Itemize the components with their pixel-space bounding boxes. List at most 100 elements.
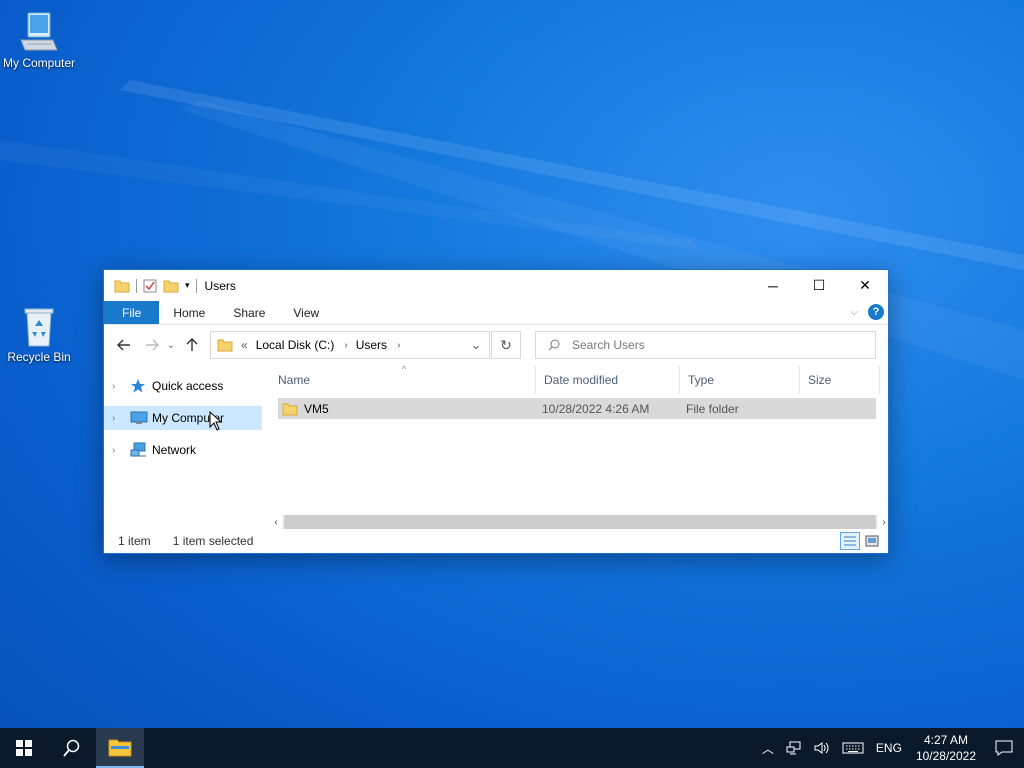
refresh-icon: ↻ <box>500 336 512 353</box>
column-header-date-modified[interactable]: Date modified <box>536 366 680 394</box>
close-button[interactable]: ✕ <box>842 270 888 301</box>
scroll-left-icon[interactable]: ‹ <box>270 517 282 528</box>
navigation-pane: › Quick access › My Computer › Network <box>104 366 262 531</box>
breadcrumb-overflow[interactable]: « <box>241 338 248 352</box>
notification-icon <box>995 740 1013 756</box>
scroll-track[interactable] <box>282 515 878 529</box>
tab-view[interactable]: View <box>279 301 333 324</box>
navigation-bar: ⌄ « Local Disk (C:) › Users › ⌄ ↻ <box>104 325 888 365</box>
ribbon-tabs: File Home Share View ⌵ ? <box>104 301 888 325</box>
action-center-button[interactable] <box>984 728 1024 768</box>
tab-file[interactable]: File <box>104 301 160 324</box>
expand-chevron-icon[interactable]: › <box>112 413 126 424</box>
details-view-icon <box>844 536 856 546</box>
show-hidden-icons-button[interactable]: ︿ <box>756 740 780 757</box>
desktop-icon-recycle-bin[interactable]: Recycle Bin <box>0 304 78 364</box>
file-name: VM5 <box>304 401 329 416</box>
search-input[interactable] <box>572 338 852 352</box>
maximize-button[interactable]: ☐ <box>796 270 842 301</box>
nav-item-network[interactable]: › Network <box>104 438 262 462</box>
file-list: ^ Name Date modified Type Size VM5 10/28… <box>270 364 890 531</box>
up-button[interactable] <box>180 333 204 357</box>
start-icon <box>16 740 32 756</box>
expand-chevron-icon[interactable]: › <box>112 381 126 392</box>
expand-ribbon-icon[interactable]: ⌵ <box>850 307 858 318</box>
breadcrumb-separator[interactable]: › <box>344 340 347 351</box>
desktop-icon-my-computer[interactable]: My Computer <box>0 10 78 70</box>
address-bar[interactable]: « Local Disk (C:) › Users › ⌄ <box>210 331 490 359</box>
keyboard-icon <box>842 742 864 754</box>
touch-keyboard-button[interactable] <box>836 741 870 755</box>
details-view-button[interactable] <box>840 532 860 550</box>
search-icon <box>63 739 80 757</box>
column-header-type[interactable]: Type <box>680 366 800 394</box>
network-status-button[interactable] <box>780 741 808 755</box>
nav-item-my-computer[interactable]: › My Computer <box>104 406 262 430</box>
search-icon <box>548 339 560 351</box>
scroll-right-icon[interactable]: › <box>878 517 890 528</box>
folder-icon <box>217 339 233 352</box>
taskbar-file-explorer[interactable] <box>96 728 144 768</box>
column-header-size[interactable]: Size <box>800 366 880 394</box>
network-icon <box>130 442 146 457</box>
chevron-up-icon: ︿ <box>761 741 774 756</box>
recent-locations-button[interactable]: ⌄ <box>164 333 178 357</box>
view-toggle <box>840 532 882 550</box>
breadcrumb-users[interactable]: Users <box>356 338 387 352</box>
search-box[interactable] <box>535 331 876 359</box>
large-icons-view-icon <box>865 535 879 547</box>
refresh-button[interactable]: ↻ <box>491 331 521 359</box>
divider <box>136 278 137 293</box>
computer-icon <box>20 12 58 51</box>
expand-chevron-icon[interactable]: › <box>112 445 126 456</box>
taskbar: ︿ ENG 4:27 AM 10/28/2022 <box>0 728 1024 768</box>
arrow-right-icon <box>146 339 159 351</box>
status-bar: 1 item 1 item selected <box>104 529 888 553</box>
nav-item-label: Network <box>152 443 197 457</box>
address-dropdown-icon[interactable]: ⌄ <box>471 338 481 352</box>
customize-toolbar-icon[interactable]: ▾ <box>185 280 190 291</box>
clock-date: 10/28/2022 <box>915 749 976 763</box>
ribbon-right-controls: ⌵ ? <box>850 304 884 320</box>
file-type: File folder <box>686 401 739 416</box>
nav-item-quick-access[interactable]: › Quick access <box>104 374 262 398</box>
help-button[interactable]: ? <box>868 304 884 320</box>
file-date-modified: 10/28/2022 4:26 AM <box>542 401 650 416</box>
column-headers: Name Date modified Type Size <box>270 366 890 394</box>
recycle-bin-icon <box>24 308 54 347</box>
quick-access-toolbar: ▾ <box>104 278 197 293</box>
minimize-button[interactable]: ─ <box>750 270 796 301</box>
breadcrumb-local-disk[interactable]: Local Disk (C:) <box>256 338 335 352</box>
file-row[interactable]: VM5 10/28/2022 4:26 AM File folder <box>278 398 876 419</box>
system-tray: ︿ ENG 4:27 AM 10/28/2022 <box>756 728 1024 768</box>
search-button[interactable] <box>48 728 96 768</box>
computer-icon <box>130 411 148 424</box>
file-explorer-icon <box>108 739 132 757</box>
input-language-button[interactable]: ENG <box>870 741 908 755</box>
new-folder-icon[interactable] <box>163 279 179 293</box>
network-icon <box>786 741 801 755</box>
scroll-thumb[interactable] <box>284 515 876 529</box>
large-icons-view-button[interactable] <box>862 532 882 550</box>
properties-icon[interactable] <box>143 279 157 293</box>
volume-button[interactable] <box>808 741 836 755</box>
nav-item-label: Quick access <box>152 379 224 393</box>
clock[interactable]: 4:27 AM 10/28/2022 <box>908 732 984 764</box>
back-button[interactable] <box>112 333 136 357</box>
folder-icon <box>114 280 130 292</box>
title-bar[interactable]: ▾ Users ─ ☐ ✕ <box>104 270 888 301</box>
window-title: Users <box>204 278 236 293</box>
mouse-cursor-icon <box>209 411 223 431</box>
column-header-name[interactable]: Name <box>270 366 536 394</box>
tab-share[interactable]: Share <box>219 301 279 324</box>
clock-time: 4:27 AM <box>923 733 968 747</box>
divider <box>195 278 197 293</box>
forward-button[interactable] <box>140 333 164 357</box>
tab-home[interactable]: Home <box>159 301 219 324</box>
start-button[interactable] <box>0 728 48 768</box>
horizontal-scrollbar[interactable]: ‹ › <box>270 514 890 530</box>
item-count: 1 item <box>118 534 151 548</box>
speaker-icon <box>814 742 829 754</box>
arrow-up-icon <box>186 338 198 351</box>
breadcrumb-separator[interactable]: › <box>397 340 400 351</box>
